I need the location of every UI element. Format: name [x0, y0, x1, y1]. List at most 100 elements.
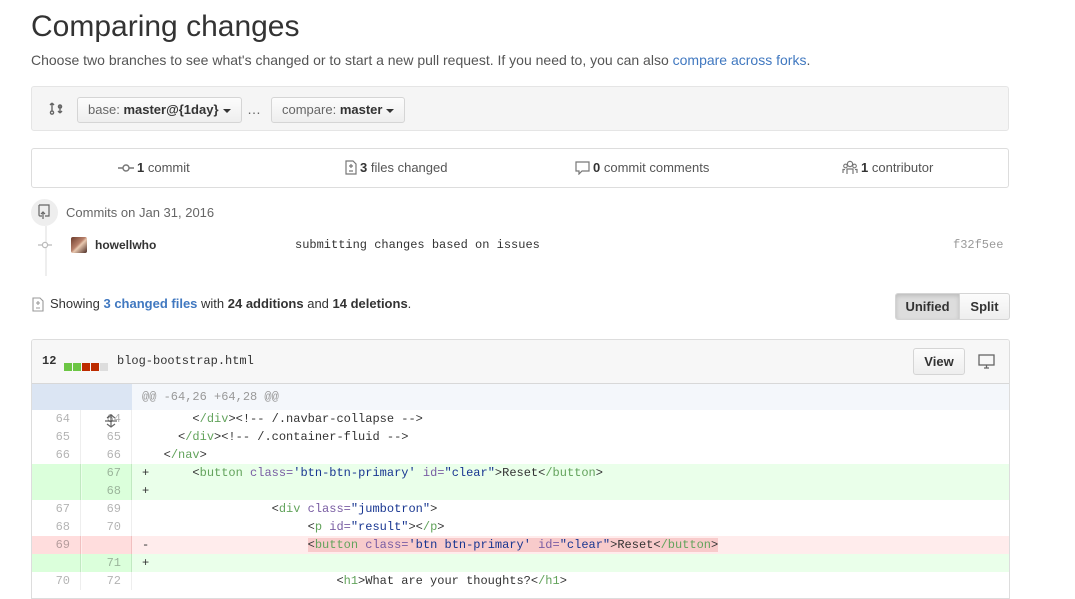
page-subtitle: Choose two branches to see what's change…	[31, 52, 810, 68]
subtitle-text: Choose two branches to see what's change…	[31, 52, 673, 68]
diff-summary: Showing 3 changed files with 24 addition…	[50, 296, 411, 311]
compare-label: compare:	[282, 102, 337, 117]
compare-value: master	[339, 102, 383, 117]
commit-author-link[interactable]: howellwho	[95, 238, 156, 252]
diff-code: </div><!-- /.navbar-collapse -->	[192, 412, 423, 426]
base-value: master@{1day}	[123, 102, 219, 117]
compare-branch-select[interactable]: compare: master	[271, 97, 406, 123]
file-change-count: 12	[42, 354, 57, 368]
diff-code: +	[142, 484, 164, 498]
commit-comments-stat[interactable]: 0 commit comments	[575, 149, 709, 187]
diff-line: 71 +	[32, 554, 1009, 572]
deletions-count: 14 deletions	[332, 296, 408, 311]
commits-count: 1	[137, 160, 145, 175]
compare-across-forks-link[interactable]: compare across forks	[673, 52, 807, 68]
contributors-stat[interactable]: 1 contributor	[842, 149, 933, 187]
diff-code: </nav>	[163, 448, 207, 462]
numbers-summary: 1 commit 3 files changed 0 commit commen…	[31, 148, 1009, 188]
caret-down-icon	[386, 108, 395, 113]
new-line-number[interactable]: 68	[82, 482, 132, 500]
new-line-number[interactable]: 67	[82, 464, 132, 482]
commit-message-link[interactable]: submitting changes based on issues	[295, 238, 540, 252]
old-line-number[interactable]: 68	[32, 518, 81, 536]
diff-line: 69 - <button class='btn btn-primary' id="…	[32, 536, 1009, 554]
organization-icon	[842, 160, 858, 175]
diff-code: +	[142, 556, 164, 570]
file-diff-icon	[345, 160, 357, 175]
page-title: Comparing changes	[31, 10, 300, 43]
old-line-number[interactable]: 64	[32, 410, 81, 428]
new-line-number[interactable]: 71	[82, 554, 132, 572]
new-line-number[interactable]: 69	[82, 500, 132, 518]
diff-code: - <button class='btn btn-primary' id="cl…	[142, 538, 719, 552]
diff-line: 64 64 </div><!-- /.navbar-collapse -->	[32, 410, 1009, 428]
old-line-number[interactable]	[32, 554, 81, 572]
diff-code: <p id="result"></p>	[307, 520, 445, 534]
diff-code: + <button class='btn-btn-primary' id="cl…	[142, 466, 603, 480]
commits-stat[interactable]: 1 commit	[118, 149, 190, 187]
file-header: 12 blog-bootstrap.html View	[32, 340, 1009, 384]
avatar[interactable]	[71, 237, 87, 253]
old-line-number[interactable]: 67	[32, 500, 81, 518]
diff-line: 68 +	[32, 482, 1009, 500]
expand-icon[interactable]	[32, 384, 132, 429]
comments-label: commit comments	[603, 160, 710, 175]
new-line-number[interactable]: 64	[82, 410, 132, 428]
summary-mid2: and	[303, 296, 333, 311]
diff-line: 66 66 </nav>	[32, 446, 1009, 464]
old-line-number[interactable]	[32, 482, 81, 500]
desktop-icon[interactable]	[978, 354, 995, 369]
new-line-number[interactable]: 70	[82, 518, 132, 536]
comments-count: 0	[593, 160, 601, 175]
old-line-number[interactable]: 69	[32, 536, 81, 554]
old-line-number[interactable]: 65	[32, 428, 81, 446]
subtitle-end: .	[806, 52, 811, 68]
diff-line: 65 65 </div><!-- /.container-fluid -->	[32, 428, 1009, 446]
base-branch-select[interactable]: base: master@{1day}	[77, 97, 242, 123]
unified-view-button[interactable]: Unified	[895, 293, 960, 320]
files-changed-stat[interactable]: 3 files changed	[345, 149, 447, 187]
hunk-header-text: @@ -64,26 +64,28 @@	[142, 390, 279, 404]
files-count: 3	[360, 160, 368, 175]
old-line-number[interactable]	[32, 464, 81, 482]
commits-timeline	[45, 226, 47, 276]
old-line-number[interactable]: 66	[32, 446, 81, 464]
diffstat-blocks	[64, 358, 109, 376]
contributors-label: contributor	[871, 160, 934, 175]
contributors-count: 1	[861, 160, 869, 175]
file-diff: 12 blog-bootstrap.html View @@ -64,26 +6…	[31, 339, 1010, 599]
view-file-button[interactable]: View	[913, 348, 965, 375]
git-commit-icon	[38, 241, 52, 249]
new-line-number[interactable]	[82, 536, 132, 554]
changed-files-link[interactable]: 3 changed files	[103, 296, 197, 311]
git-compare-icon	[49, 102, 63, 115]
old-line-number[interactable]: 70	[32, 572, 81, 590]
diffstat-block	[64, 363, 72, 371]
caret-down-icon	[222, 108, 231, 113]
comment-icon	[575, 160, 590, 176]
hunk-header-row: @@ -64,26 +64,28 @@	[32, 384, 1009, 429]
range-editor: base: master@{1day} … compare: master	[31, 86, 1009, 131]
file-diff-icon	[32, 297, 44, 312]
diff-code: <div class="jumbotron">	[271, 502, 438, 516]
diff-line: 70 72 <h1>What are your thoughts?</h1>	[32, 572, 1009, 590]
new-line-number[interactable]: 66	[82, 446, 132, 464]
commit-sha-link[interactable]: f32f5ee	[953, 238, 1003, 252]
range-separator: …	[247, 101, 261, 117]
new-line-number[interactable]: 65	[82, 428, 132, 446]
diff-line: 68 70 <p id="result"></p>	[32, 518, 1009, 536]
repo-push-icon	[38, 204, 50, 219]
diff-table: @@ -64,26 +64,28 @@ 64 64 </div><!-- /.na…	[32, 384, 1009, 590]
files-label: files changed	[370, 160, 448, 175]
commits-group-heading: Commits on Jan 31, 2016	[66, 205, 215, 220]
diffstat-block	[100, 363, 108, 371]
base-label: base:	[88, 102, 120, 117]
commits-group-marker	[31, 199, 58, 226]
new-line-number[interactable]: 72	[82, 572, 132, 590]
summary-end: .	[407, 296, 412, 311]
diff-code: <h1>What are your thoughts?</h1>	[336, 574, 567, 588]
split-view-button[interactable]: Split	[959, 293, 1010, 320]
diffstat-block	[73, 363, 81, 371]
summary-prefix: Showing	[50, 296, 104, 311]
file-name[interactable]: blog-bootstrap.html	[117, 354, 254, 368]
